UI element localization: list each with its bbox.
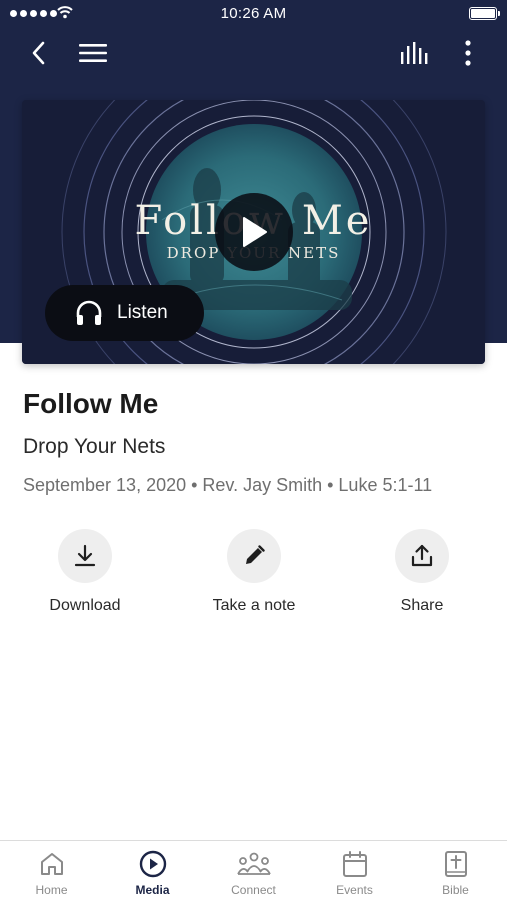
menu-button[interactable] [76, 38, 110, 68]
take-note-label: Take a note [212, 597, 296, 614]
status-bar: 10:26 AM [0, 0, 507, 28]
tab-bible-label: Bible [442, 883, 469, 897]
share-icon [411, 544, 433, 567]
tab-events[interactable]: Events [304, 841, 405, 900]
sermon-subtitle: Drop Your Nets [23, 435, 166, 458]
download-button[interactable]: Download [15, 529, 155, 615]
status-time: 10:26 AM [220, 5, 287, 22]
sermon-title: Follow Me [23, 388, 159, 419]
play-icon [243, 217, 267, 247]
pencil-icon [246, 545, 265, 564]
share-button[interactable]: Share [352, 529, 492, 615]
chevron-left-icon [32, 41, 45, 65]
sermon-meta: September 13, 2020 • Rev. Jay Smith • Lu… [23, 475, 433, 495]
take-note-circle [227, 529, 281, 583]
people-icon [236, 852, 271, 875]
bible-icon [444, 851, 467, 877]
more-options-button[interactable] [454, 37, 482, 69]
play-button[interactable] [215, 193, 293, 271]
audio-player-button[interactable] [398, 38, 432, 68]
headphones-icon [76, 300, 102, 325]
share-label: Share [400, 597, 444, 614]
equalizer-icon [401, 42, 428, 64]
tab-media-label: Media [135, 883, 170, 897]
tab-home-label: Home [35, 883, 68, 897]
tab-home[interactable]: Home [1, 841, 102, 900]
listen-button[interactable]: Listen [45, 285, 204, 341]
battery-icon [469, 7, 500, 20]
download-circle [58, 529, 112, 583]
tab-events-label: Events [336, 883, 373, 897]
sermon-artwork: Follow Me DROP YOUR NETS Listen [22, 100, 485, 364]
calendar-icon [342, 851, 367, 877]
play-circle-icon [139, 850, 166, 878]
more-vertical-icon [465, 40, 471, 66]
listen-label: Listen [117, 302, 168, 323]
download-label: Download [49, 597, 121, 614]
back-button[interactable] [24, 38, 54, 68]
take-note-button[interactable]: Take a note [184, 529, 324, 615]
download-icon [74, 544, 96, 567]
tab-bar: Home Media Connect Events Bible [0, 840, 507, 900]
tab-connect-label: Connect [231, 883, 276, 897]
home-icon [40, 853, 63, 875]
tab-bible[interactable]: Bible [405, 841, 506, 900]
tab-connect[interactable]: Connect [203, 841, 304, 900]
tab-media[interactable]: Media [102, 841, 203, 900]
hamburger-menu-icon [79, 44, 107, 62]
share-circle [395, 529, 449, 583]
